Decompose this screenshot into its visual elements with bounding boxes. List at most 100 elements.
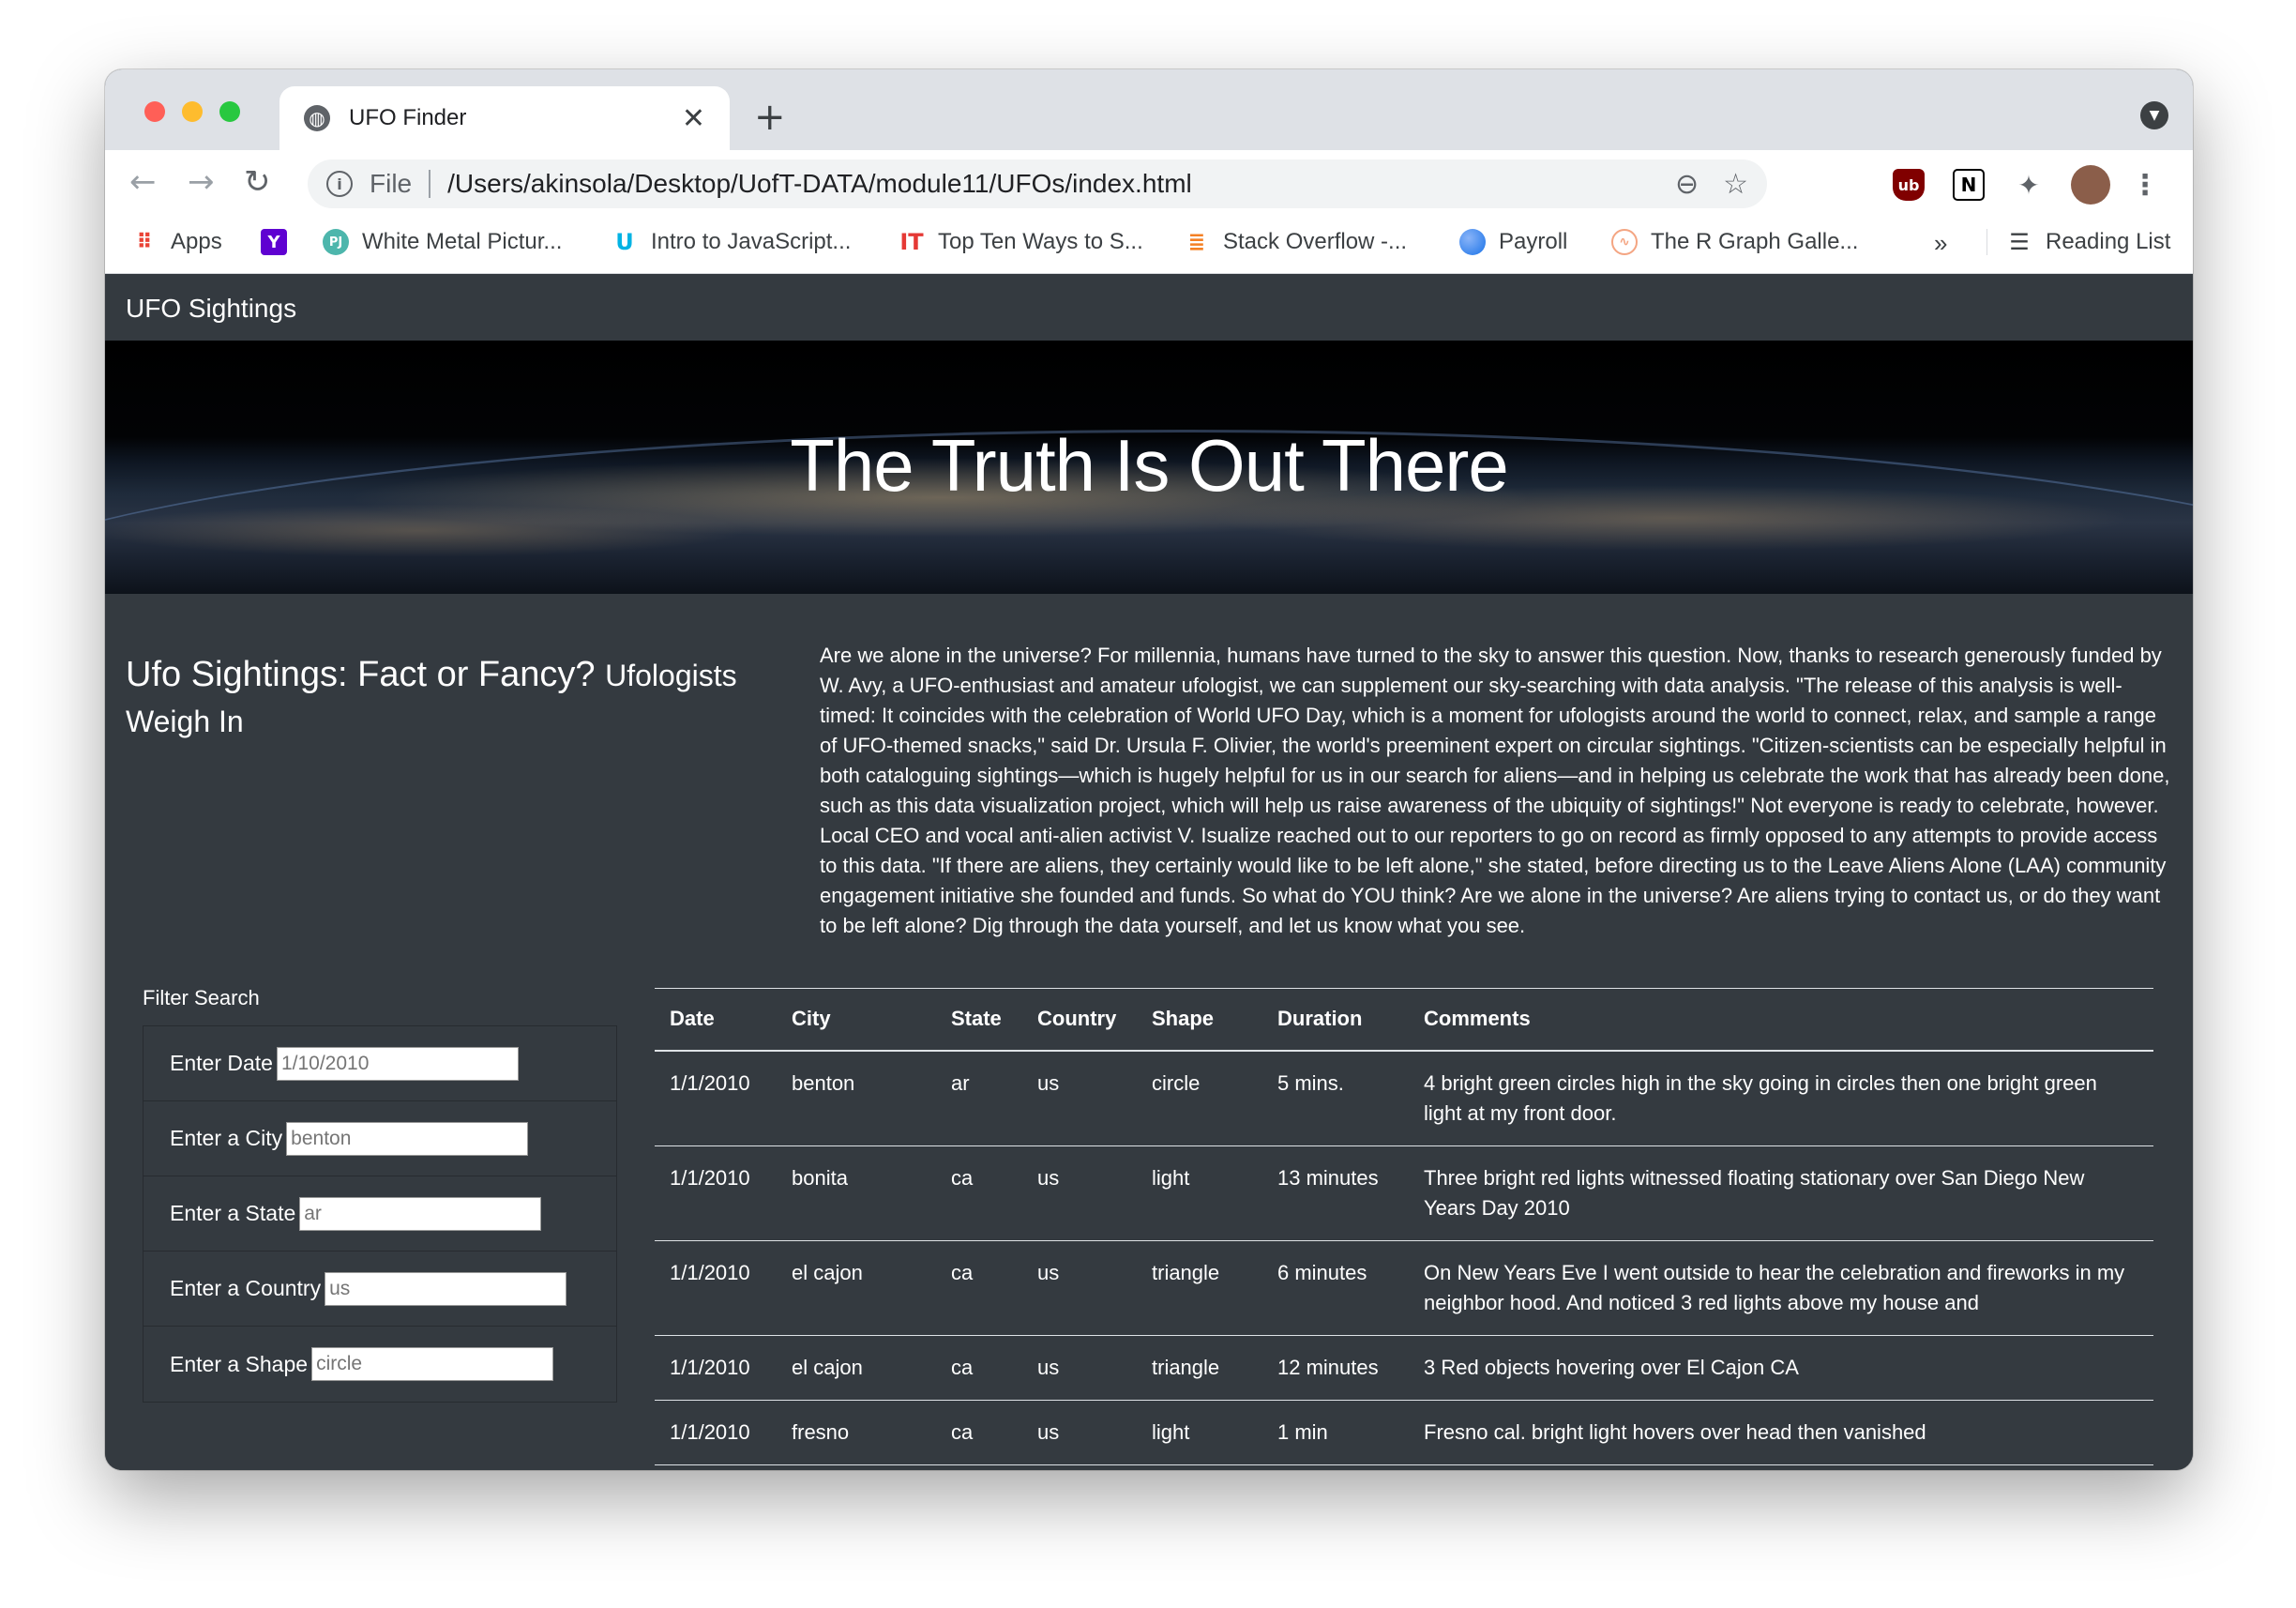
ufo-table: Date City State Country Shape Duration C…	[655, 988, 2153, 1465]
cell-state: ca	[936, 1400, 1022, 1465]
cell-comments: Three bright red lights witnessed floati…	[1409, 1145, 2153, 1241]
filter-city: Enter a City	[144, 1101, 616, 1176]
cell-state: ca	[936, 1240, 1022, 1336]
maximize-window-button[interactable]	[219, 101, 240, 122]
table-row: 1/1/2010 benton ar us circle 5 mins. 4 b…	[655, 1050, 2153, 1146]
extensions-puzzle-icon[interactable]: ✦	[2013, 169, 2045, 201]
filter-date: Enter Date	[144, 1026, 616, 1101]
cell-country: us	[1022, 1145, 1137, 1241]
cell-duration: 6 minutes	[1262, 1240, 1409, 1336]
cell-date: 1/1/2010	[655, 1240, 777, 1336]
url-text[interactable]: /Users/akinsola/Desktop/UofT-DATA/module…	[447, 169, 1651, 199]
bookmark-label: Intro to JavaScript...	[651, 229, 852, 254]
bookmark-top-ten[interactable]: IT Top Ten Ways to S...	[899, 229, 1143, 255]
filter-city-label: Enter a City	[170, 1126, 283, 1150]
cell-duration: 5 mins.	[1262, 1050, 1409, 1146]
cell-city: el cajon	[777, 1240, 936, 1336]
zoom-out-icon[interactable]: ⊖	[1675, 168, 1699, 201]
bookmark-r-graph[interactable]: ∿ The R Graph Galle...	[1611, 229, 1858, 255]
filter-state-label: Enter a State	[170, 1201, 296, 1225]
reload-icon[interactable]: ↻	[244, 163, 271, 201]
shape-input[interactable]	[311, 1347, 554, 1381]
bookmark-label: White Metal Pictur...	[362, 229, 563, 254]
tab-search-icon[interactable]: ▼	[2140, 101, 2168, 129]
rgraph-icon: ∿	[1611, 229, 1638, 255]
cell-date: 1/1/2010	[655, 1145, 777, 1241]
cell-date: 1/1/2010	[655, 1400, 777, 1465]
bookmarks-bar: ⠿ Apps Y PJ White Metal Pictur... U Intr…	[105, 216, 2193, 274]
window-controls	[144, 101, 240, 122]
filter-country: Enter a Country	[144, 1252, 616, 1327]
ublock-extension-icon[interactable]: ub	[1893, 169, 1925, 201]
table-row: 1/1/2010 el cajon ca us triangle 6 minut…	[655, 1240, 2153, 1336]
cell-comments: 3 Red objects hovering over El Cajon CA	[1409, 1335, 2153, 1401]
address-bar[interactable]: i File /Users/akinsola/Desktop/UofT-DATA…	[308, 159, 1767, 208]
tab-ufo-finder[interactable]: ◍ UFO Finder ✕	[279, 86, 730, 150]
notion-extension-icon[interactable]: N	[1953, 169, 1985, 201]
filter-heading: Filter Search	[143, 986, 260, 1009]
bookmark-star-icon[interactable]: ☆	[1723, 168, 1748, 201]
table-row: 1/1/2010 bonita ca us light 13 minutes T…	[655, 1145, 2153, 1241]
col-header-date: Date	[655, 988, 777, 1052]
profile-avatar[interactable]	[2071, 165, 2110, 205]
url-scheme-label: File	[370, 169, 413, 198]
cell-country: us	[1022, 1050, 1137, 1146]
cell-shape: triangle	[1137, 1240, 1262, 1336]
cell-city: bonita	[777, 1145, 936, 1241]
cell-city: el cajon	[777, 1335, 936, 1401]
more-menu-icon[interactable]: ⋮	[2129, 169, 2161, 202]
close-window-button[interactable]	[144, 101, 165, 122]
stackoverflow-icon: ≣	[1187, 230, 1206, 254]
cell-comments: On New Years Eve I went outside to hear …	[1409, 1240, 2153, 1336]
bookmark-label: Stack Overflow -...	[1223, 229, 1408, 254]
bookmark-stack-overflow[interactable]: ≣ Stack Overflow -...	[1184, 229, 1407, 255]
cell-date: 1/1/2010	[655, 1335, 777, 1401]
cell-shape: circle	[1137, 1050, 1262, 1146]
cell-shape: light	[1137, 1400, 1262, 1465]
cell-duration: 12 minutes	[1262, 1335, 1409, 1401]
cell-city: benton	[777, 1050, 936, 1146]
filter-list: Enter Date Enter a City Enter a State En…	[143, 1025, 617, 1403]
cell-shape: triangle	[1137, 1335, 1262, 1401]
reading-list-icon: ☰	[2009, 229, 2030, 255]
table-row: 1/1/2010 el cajon ca us triangle 12 minu…	[655, 1335, 2153, 1401]
cell-state: ca	[936, 1335, 1022, 1401]
filter-country-label: Enter a Country	[170, 1276, 322, 1300]
back-arrow-icon[interactable]: ←	[129, 163, 157, 201]
bookmark-white-metal[interactable]: PJ White Metal Pictur...	[323, 229, 562, 255]
col-header-country: Country	[1022, 988, 1137, 1052]
cell-duration: 13 minutes	[1262, 1145, 1409, 1241]
bookmark-label: Top Ten Ways to S...	[938, 229, 1143, 254]
globe-icon: ◍	[304, 105, 330, 131]
info-icon[interactable]: i	[326, 171, 353, 197]
bookmark-yahoo[interactable]: Y	[261, 229, 300, 255]
tab-strip: ◍ UFO Finder ✕ + ▼	[105, 69, 2193, 150]
forward-arrow-icon[interactable]: →	[188, 163, 215, 201]
col-header-city: City	[777, 988, 936, 1052]
minimize-window-button[interactable]	[182, 101, 203, 122]
cell-country: us	[1022, 1240, 1137, 1336]
col-header-duration: Duration	[1262, 988, 1409, 1052]
article-title: Ufo Sightings: Fact or Fancy?	[126, 655, 596, 694]
new-tab-icon[interactable]: +	[754, 96, 786, 139]
cell-comments: 4 bright green circles high in the sky g…	[1409, 1050, 2153, 1146]
navbar-brand[interactable]: UFO Sightings	[126, 294, 296, 324]
udacity-icon: U	[615, 229, 634, 255]
tab-title: UFO Finder	[349, 105, 467, 130]
state-input[interactable]	[299, 1196, 542, 1231]
country-input[interactable]	[325, 1271, 567, 1306]
bookmark-apps[interactable]: ⠿ Apps	[131, 229, 222, 255]
bookmark-label: Payroll	[1499, 229, 1568, 254]
date-input[interactable]	[276, 1046, 519, 1081]
reading-list-button[interactable]: ☰ Reading List	[1986, 229, 2170, 255]
cell-duration: 1 min	[1262, 1400, 1409, 1465]
close-tab-icon[interactable]: ✕	[682, 102, 705, 135]
filter-state: Enter a State	[144, 1176, 616, 1252]
bookmarks-overflow-icon[interactable]: »	[1934, 229, 1947, 258]
city-input[interactable]	[286, 1121, 529, 1156]
bookmark-payroll[interactable]: Payroll	[1459, 229, 1567, 255]
bookmark-label: Apps	[171, 229, 222, 254]
article-body: Are we alone in the universe? For millen…	[820, 644, 2170, 937]
cell-country: us	[1022, 1400, 1137, 1465]
bookmark-intro-js[interactable]: U Intro to JavaScript...	[612, 229, 851, 255]
